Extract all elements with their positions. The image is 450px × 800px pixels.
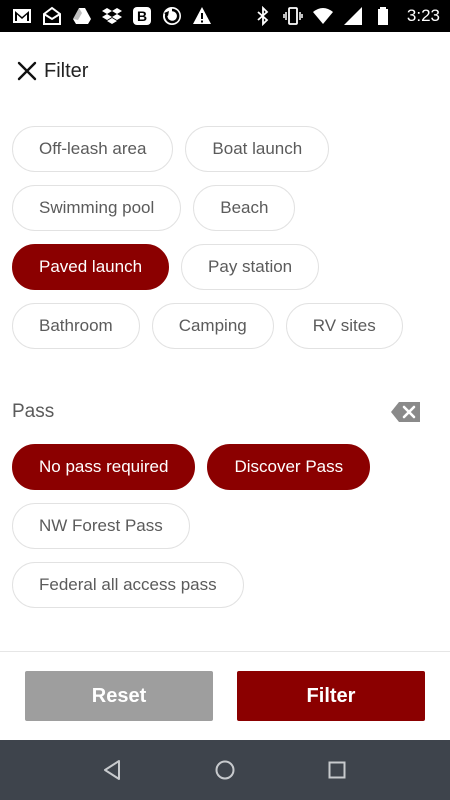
page-title: Filter <box>44 59 89 82</box>
battery-icon <box>373 6 393 26</box>
status-time: 3:23 <box>406 6 440 25</box>
gmail-icon <box>12 6 32 26</box>
system-icons: 3:23 <box>253 6 440 26</box>
divider <box>0 651 450 652</box>
sync-icon <box>162 6 182 26</box>
drive-icon <box>72 6 92 26</box>
home-circle-icon[interactable] <box>212 757 238 783</box>
svg-text:B: B <box>137 8 147 24</box>
vibrate-icon <box>283 6 303 26</box>
chip-boat-launch[interactable]: Boat launch <box>185 126 330 172</box>
chip-paved-launch[interactable]: Paved launch <box>12 244 170 290</box>
status-bar: B 3:23 <box>0 0 450 32</box>
pass-chips: No pass required Discover Pass NW Forest… <box>12 444 438 621</box>
filter-button[interactable]: Filter <box>237 671 425 721</box>
chip-swimming-pool[interactable]: Swimming pool <box>12 185 182 231</box>
bluetooth-icon <box>253 6 273 26</box>
close-icon[interactable] <box>16 60 38 82</box>
chip-discover-pass[interactable]: Discover Pass <box>207 444 371 490</box>
system-nav-bar <box>0 740 450 800</box>
reset-button[interactable]: Reset <box>25 671 213 721</box>
mail-open-icon <box>42 6 62 26</box>
chip-nw-forest-pass[interactable]: NW Forest Pass <box>12 503 190 549</box>
chip-beach[interactable]: Beach <box>193 185 296 231</box>
chip-camping[interactable]: Camping <box>151 303 274 349</box>
b-app-icon: B <box>132 6 152 26</box>
recents-square-icon[interactable] <box>324 757 350 783</box>
chip-off-leash-area[interactable]: Off-leash area <box>12 126 174 172</box>
chip-pay-station[interactable]: Pay station <box>181 244 320 290</box>
warning-icon <box>192 6 212 26</box>
chip-bathroom[interactable]: Bathroom <box>12 303 140 349</box>
pass-section-label: Pass <box>12 401 55 422</box>
back-triangle-icon[interactable] <box>100 757 126 783</box>
filter-header: Filter <box>0 32 450 110</box>
backspace-clear-icon[interactable] <box>390 400 422 424</box>
chip-rv-sites[interactable]: RV sites <box>285 303 403 349</box>
amenity-chips: Off-leash area Boat launch Swimming pool… <box>12 126 438 362</box>
chip-federal-all-access-pass[interactable]: Federal all access pass <box>12 562 244 608</box>
dropbox-icon <box>102 6 122 26</box>
chip-no-pass-required[interactable]: No pass required <box>12 444 196 490</box>
wifi-icon <box>312 6 333 26</box>
signal-icon <box>343 6 363 26</box>
pass-section-header: Pass <box>12 396 422 428</box>
notification-icons: B <box>12 6 212 26</box>
